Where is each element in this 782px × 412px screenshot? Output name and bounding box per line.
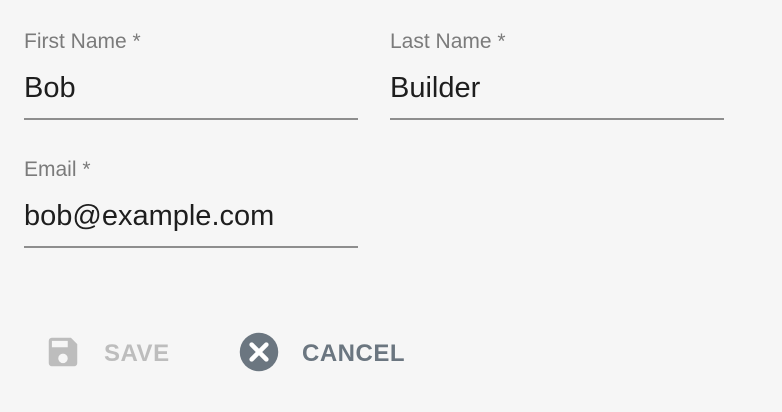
cancel-icon: [238, 331, 280, 378]
email-input[interactable]: [24, 196, 358, 236]
first-name-underline: [24, 118, 358, 120]
first-name-field: First Name *: [24, 28, 358, 122]
save-label: SAVE: [104, 340, 170, 367]
cancel-button[interactable]: CANCEL: [238, 330, 405, 378]
first-name-input[interactable]: [24, 68, 358, 108]
save-button[interactable]: SAVE: [44, 330, 170, 378]
save-icon: [44, 333, 82, 376]
last-name-label: Last Name *: [390, 30, 506, 53]
email-field: Email *: [24, 156, 358, 250]
last-name-field: Last Name *: [390, 28, 724, 122]
email-underline: [24, 246, 358, 248]
last-name-underline: [390, 118, 724, 120]
last-name-input[interactable]: [390, 68, 724, 108]
cancel-label: CANCEL: [302, 340, 405, 367]
first-name-label: First Name *: [24, 30, 141, 53]
email-label: Email *: [24, 158, 91, 181]
